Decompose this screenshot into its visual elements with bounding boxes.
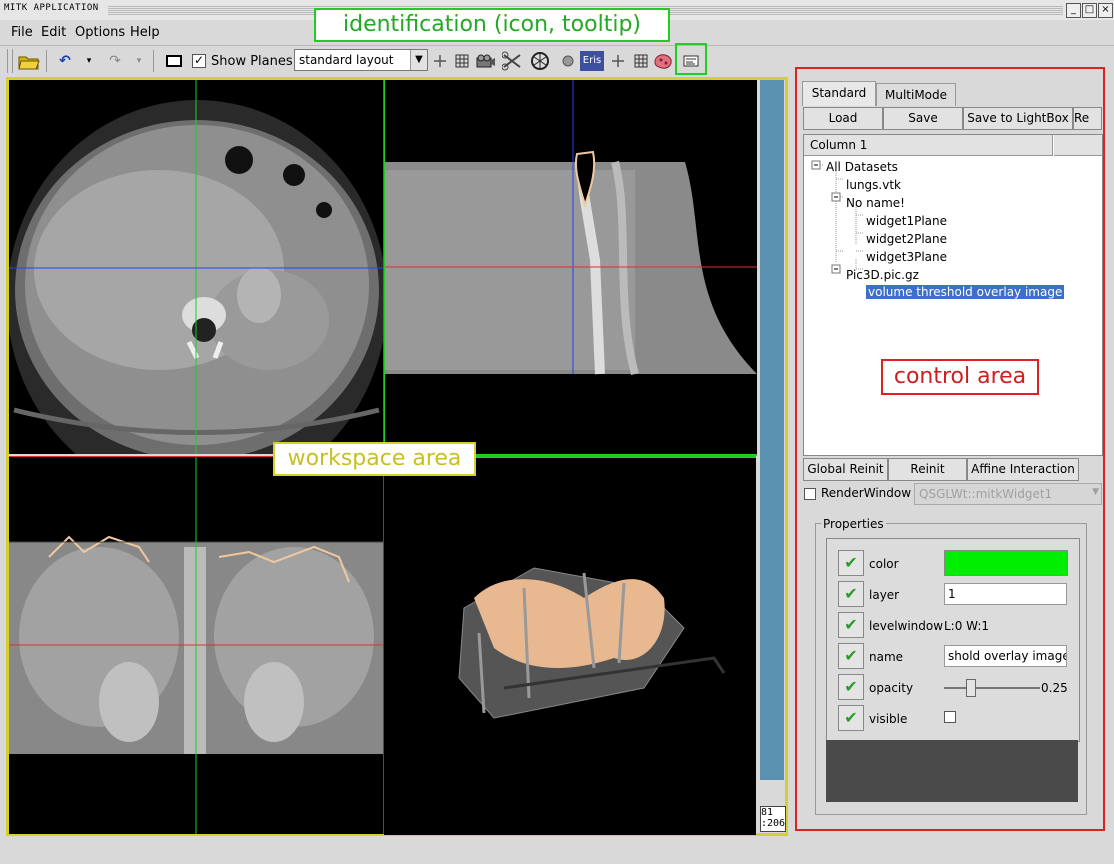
coordinate-readout: 81 :206 (760, 806, 786, 832)
open-folder-icon[interactable] (18, 50, 40, 72)
coronal-ct-image (9, 457, 383, 834)
layout-select[interactable]: standard layout ▼ (294, 49, 428, 71)
viewport-sagittal[interactable] (384, 80, 757, 456)
tree-column-header-extra (1054, 135, 1102, 156)
coord-y: :206 (761, 818, 786, 829)
show-planes-label: Show Planes (211, 54, 293, 69)
prop-color-label: color (869, 557, 899, 571)
undo-dropdown-icon[interactable]: ▾ (78, 50, 100, 72)
menu-file[interactable]: File (11, 25, 33, 40)
close-button[interactable]: × (1098, 3, 1113, 18)
prop-name-label: name (869, 650, 904, 664)
menu-help[interactable]: Help (130, 25, 160, 40)
show-planes-checkbox[interactable]: ✓ (192, 54, 206, 68)
prop-levelwindow-label: levelwindow (869, 619, 944, 633)
viewport-3d[interactable] (384, 456, 756, 835)
load-button[interactable]: Load (803, 107, 883, 130)
visible-checkbox[interactable] (944, 711, 956, 723)
tree-root[interactable]: All Datasets (826, 160, 898, 174)
axial-ct-image (9, 80, 383, 454)
name-field[interactable]: shold overlay image (944, 645, 1067, 667)
tree-item-lungs[interactable]: lungs.vtk (846, 178, 901, 192)
layout-select-value: standard layout (299, 53, 394, 67)
menu-edit[interactable]: Edit (41, 25, 66, 40)
opacity-slider-handle[interactable] (966, 679, 976, 697)
chevron-down-icon: ▼ (410, 50, 427, 70)
save-button[interactable]: Save (883, 107, 963, 130)
menu-options[interactable]: Options (75, 25, 125, 40)
workspace-annotation: workspace area (273, 442, 476, 476)
tree-column-header[interactable]: Column 1 (804, 135, 1053, 156)
renderwindow-checkbox[interactable] (804, 488, 816, 500)
save-to-lightbox-button[interactable]: Save to LightBox (963, 107, 1073, 130)
prop-visible-label: visible (869, 712, 908, 726)
color-check-icon[interactable]: ✔ (838, 550, 864, 576)
sagittal-ct-image (385, 80, 757, 376)
crosshair-icon[interactable] (429, 50, 451, 72)
identification-annotation: identification (icon, tooltip) (314, 8, 670, 42)
tooltip-id-icon[interactable] (680, 50, 702, 72)
reinit-button[interactable]: Reinit (888, 458, 967, 481)
opacity-value: 0.25 (1041, 681, 1068, 695)
minimize-button[interactable]: _ (1066, 3, 1081, 18)
color-swatch[interactable] (944, 550, 1068, 576)
affine-interaction-button[interactable]: Affine Interaction (967, 458, 1079, 481)
maximize-button[interactable]: □ (1082, 3, 1097, 18)
renderwindow-label: RenderWindow (821, 486, 912, 500)
opacity-slider-track[interactable] (944, 687, 1040, 689)
redo-icon[interactable]: ↷ (104, 50, 126, 72)
viewport-axial[interactable] (9, 80, 384, 454)
levelwindow-check-icon[interactable]: ✔ (838, 612, 864, 638)
undo-icon[interactable]: ↶ (54, 50, 76, 72)
reload-button[interactable]: Re (1073, 107, 1102, 130)
control-area-annotation: control area (881, 359, 1039, 395)
properties-title: Properties (821, 517, 886, 531)
redo-dropdown-icon[interactable]: ▾ (128, 50, 150, 72)
properties-empty-area (826, 740, 1078, 802)
tab-multimode[interactable]: MultiMode (876, 83, 956, 106)
organ-icon[interactable] (652, 50, 674, 72)
prop-layer-label: layer (869, 588, 900, 602)
global-reinit-button[interactable]: Global Reinit (803, 458, 888, 481)
tree-item-no-name[interactable]: No name! (846, 196, 905, 210)
layer-field[interactable]: 1 (944, 583, 1067, 605)
segmentation-icon[interactable] (529, 50, 551, 72)
prop-opacity-label: opacity (869, 681, 914, 695)
tree-item-widget3plane[interactable]: widget3Plane (866, 250, 947, 264)
column-header-label: Column 1 (810, 138, 868, 152)
visible-check-icon[interactable]: ✔ (838, 705, 864, 731)
single-view-icon[interactable] (163, 50, 185, 72)
toolbar-grip (7, 49, 13, 73)
tab-standard[interactable]: Standard (802, 81, 876, 106)
toolbar-separator (46, 50, 47, 72)
levelwindow-value: L:0 W:1 (944, 619, 990, 633)
3d-render-image (458, 567, 726, 719)
viewport-coronal[interactable] (9, 456, 384, 834)
tree-item-pic3d[interactable]: Pic3D.pic.gz (846, 268, 919, 282)
dataset-tree[interactable]: Column 1 All Datasets lungs.vtk No name!… (803, 134, 1103, 456)
opacity-check-icon[interactable]: ✔ (838, 674, 864, 700)
chevron-down-icon: ▼ (1092, 487, 1099, 497)
tree-item-widget2plane[interactable]: widget2Plane (866, 232, 947, 246)
eris-icon[interactable]: Eris (580, 51, 604, 71)
grid-layout-icon[interactable] (451, 50, 473, 72)
crosshair-small-icon[interactable] (607, 50, 629, 72)
camera-icon[interactable] (474, 50, 496, 72)
renderwindow-select-value: QSGLWt::mitkWidget1 (919, 487, 1053, 501)
workspace-scrollbar[interactable] (760, 80, 784, 780)
coord-x: 81 (761, 807, 774, 818)
layer-check-icon[interactable]: ✔ (838, 581, 864, 607)
grid-small-icon[interactable] (630, 50, 652, 72)
window-title: MITK APPLICATION (4, 3, 99, 13)
renderwindow-select[interactable]: QSGLWt::mitkWidget1 ▼ (914, 483, 1102, 505)
toolbar-separator (153, 50, 154, 72)
tree-item-widget1plane[interactable]: widget1Plane (866, 214, 947, 228)
name-check-icon[interactable]: ✔ (838, 643, 864, 669)
scissors-icon[interactable] (502, 50, 524, 72)
sphere-icon[interactable] (557, 50, 579, 72)
tree-item-volume-threshold[interactable]: volume threshold overlay image (866, 285, 1065, 299)
